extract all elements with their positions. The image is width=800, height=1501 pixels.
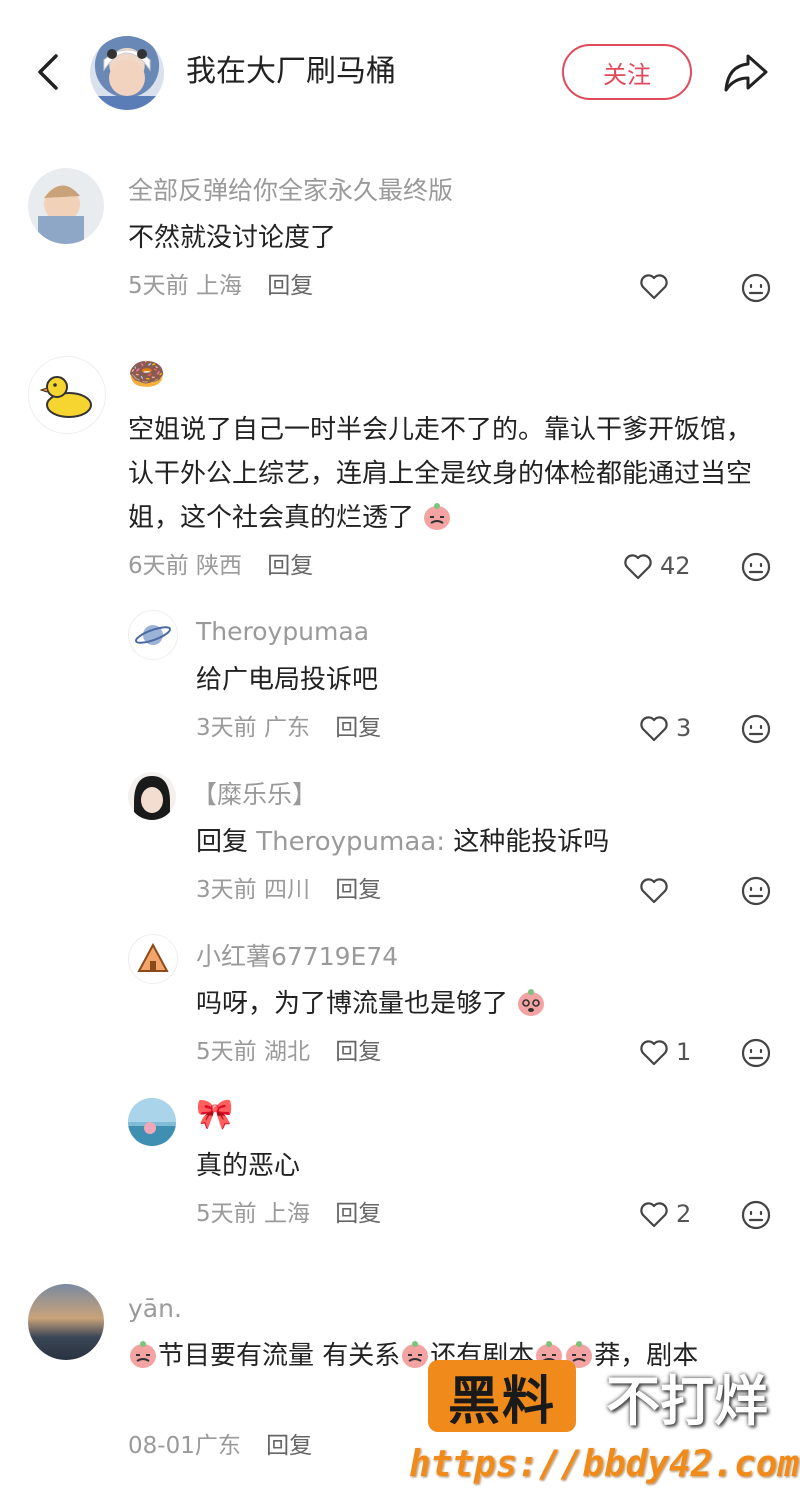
reply-button[interactable]: 回复 bbox=[267, 273, 313, 299]
follow-button[interactable]: 关注 bbox=[562, 44, 692, 100]
heart-icon bbox=[640, 1202, 668, 1228]
reply-button[interactable]: 回复 bbox=[335, 715, 381, 741]
comment-meta: 5天前 上海 回复 bbox=[128, 270, 313, 302]
like-button[interactable]: 1 bbox=[638, 1036, 691, 1068]
comment-text-body: 节目要有流量 有关系 bbox=[158, 1341, 401, 1371]
page-title: 我在大厂刷马桶 bbox=[186, 54, 396, 89]
reply-button[interactable]: 回复 bbox=[335, 877, 381, 903]
comment-text: 回复 Theroypumaa: 这种能投诉吗 bbox=[196, 822, 609, 862]
comment-time: 08-01 bbox=[128, 1433, 195, 1459]
emoji-reaction-icon[interactable] bbox=[740, 875, 772, 907]
comment-username[interactable]: 🍩 bbox=[128, 358, 165, 392]
comment-time: 3天前 bbox=[196, 877, 257, 903]
avatar[interactable] bbox=[28, 356, 106, 434]
comment-time: 5天前 bbox=[196, 1039, 257, 1065]
watermark-logo-text: 不打烊 bbox=[606, 1369, 768, 1433]
reply-button[interactable]: 回复 bbox=[267, 553, 313, 579]
avatar[interactable] bbox=[128, 610, 178, 660]
comment-meta: 5天前 湖北 回复 bbox=[196, 1036, 381, 1068]
crying-emoji-icon bbox=[424, 503, 451, 530]
heart-icon bbox=[640, 274, 668, 300]
heart-icon bbox=[640, 716, 668, 742]
reply-button[interactable]: 回复 bbox=[266, 1433, 312, 1459]
like-count: 3 bbox=[676, 714, 692, 742]
share-icon[interactable] bbox=[722, 50, 770, 94]
comment-meta: 5天前 上海 回复 bbox=[196, 1198, 381, 1230]
reply-to-user[interactable]: Theroypumaa: bbox=[256, 827, 445, 857]
comment-location: 湖北 bbox=[263, 1039, 310, 1065]
comment-username[interactable]: 🎀 bbox=[196, 1098, 233, 1132]
avatar[interactable] bbox=[128, 934, 178, 984]
comment-time: 5天前 bbox=[128, 273, 189, 299]
like-button[interactable] bbox=[638, 270, 670, 302]
comment-location: 上海 bbox=[195, 273, 242, 299]
reply-prefix: 回复 bbox=[196, 827, 249, 857]
reply-button[interactable]: 回复 bbox=[335, 1201, 381, 1227]
like-button[interactable]: 2 bbox=[638, 1198, 691, 1230]
comment-meta: 6天前 陕西 回复 bbox=[128, 550, 313, 582]
comment-text-body: 吗呀，为了博流量也是够了 bbox=[196, 989, 509, 1019]
like-count: 2 bbox=[676, 1200, 692, 1228]
like-button[interactable]: 42 bbox=[622, 550, 691, 582]
comment-text: 空姐说了自己一时半会儿走不了的。靠认干爹开饭馆，认干外公上综艺，连肩上全是纹身的… bbox=[128, 408, 768, 540]
comment-text: 给广电局投诉吧 bbox=[196, 665, 379, 695]
comment-meta: 3天前 广东 回复 bbox=[196, 712, 381, 744]
crying-emoji-icon bbox=[518, 989, 545, 1016]
comment-time: 5天前 bbox=[196, 1201, 257, 1227]
emoji-reaction-icon[interactable] bbox=[740, 272, 772, 304]
comment-location: 陕西 bbox=[195, 553, 242, 579]
comment-location: 四川 bbox=[263, 877, 310, 903]
comment-time: 3天前 bbox=[196, 715, 257, 741]
comment-location: 广东 bbox=[194, 1433, 241, 1459]
avatar[interactable] bbox=[128, 772, 176, 820]
reply-button[interactable]: 回复 bbox=[335, 1039, 381, 1065]
like-button[interactable] bbox=[638, 874, 670, 906]
comment-location: 广东 bbox=[263, 715, 310, 741]
comment-text-body: 这种能投诉吗 bbox=[453, 827, 610, 857]
watermark-url: https://bbdy42.com bbox=[408, 1443, 800, 1485]
comment-text: 真的恶心 bbox=[196, 1151, 301, 1181]
author-avatar[interactable] bbox=[90, 36, 164, 110]
emoji-reaction-icon[interactable] bbox=[740, 713, 772, 745]
comment-location: 上海 bbox=[263, 1201, 310, 1227]
like-count: 1 bbox=[676, 1038, 692, 1066]
comment-username[interactable]: 全部反弹给你全家永久最终版 bbox=[128, 174, 453, 208]
emoji-reaction-icon[interactable] bbox=[740, 1199, 772, 1231]
comment-username[interactable]: Theroypumaa bbox=[196, 615, 369, 649]
comment-text: 吗呀，为了博流量也是够了 bbox=[196, 984, 546, 1024]
heart-icon bbox=[624, 554, 652, 580]
comment-meta: 08-01广东 回复 bbox=[128, 1430, 312, 1462]
emoji-reaction-icon[interactable] bbox=[740, 1037, 772, 1069]
like-count: 42 bbox=[660, 552, 691, 580]
comment-username[interactable]: yān. bbox=[128, 1292, 182, 1326]
avatar[interactable] bbox=[128, 1098, 176, 1146]
crying-emoji-icon bbox=[402, 1341, 429, 1368]
avatar[interactable] bbox=[28, 168, 104, 244]
avatar[interactable] bbox=[28, 1284, 104, 1360]
comment-text: 不然就没讨论度了 bbox=[128, 223, 337, 253]
comment-meta: 3天前 四川 回复 bbox=[196, 874, 381, 906]
comment-username[interactable]: 小红薯67719E74 bbox=[196, 940, 398, 974]
heart-icon bbox=[640, 878, 668, 904]
heart-icon bbox=[640, 1040, 668, 1066]
watermark-logo: 黑料 bbox=[428, 1360, 576, 1432]
back-arrow-icon[interactable] bbox=[30, 52, 70, 92]
comment-username[interactable]: 【糜乐乐】 bbox=[192, 778, 317, 812]
emoji-reaction-icon[interactable] bbox=[740, 551, 772, 583]
comment-time: 6天前 bbox=[128, 553, 189, 579]
like-button[interactable]: 3 bbox=[638, 712, 691, 744]
crying-emoji-icon bbox=[130, 1341, 156, 1368]
